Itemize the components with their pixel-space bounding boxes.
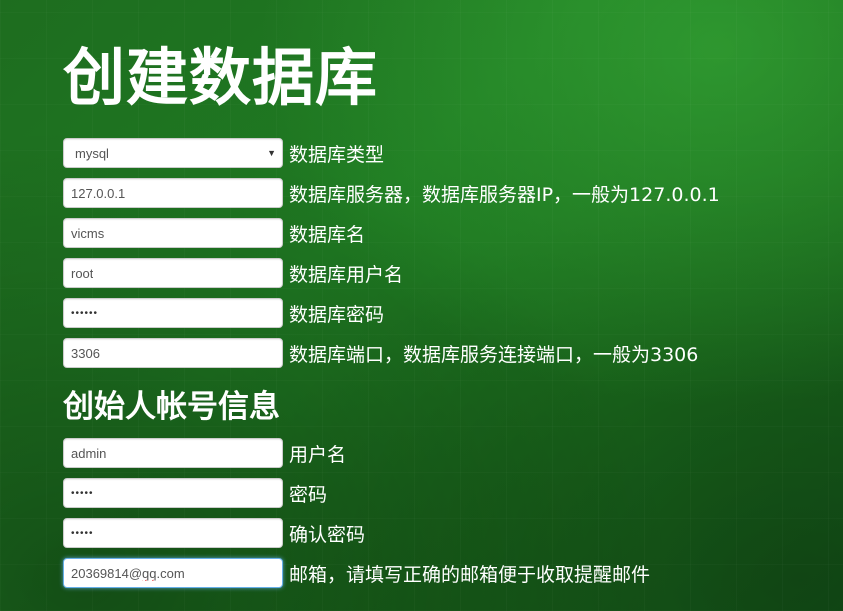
db-type-row: mysql ▼ 数据库类型 [63, 138, 384, 168]
db-name-value: vicms [71, 225, 105, 241]
db-type-label: 数据库类型 [289, 144, 385, 166]
db-user-value: root [71, 265, 94, 281]
db-port-input[interactable]: 3306 [63, 338, 283, 368]
db-name-label: 数据库名 [289, 224, 366, 246]
founder-confirm-password-value: ••••• [71, 527, 94, 539]
page-title: 创建数据库 [63, 41, 379, 114]
founder-username-input[interactable]: admin [63, 438, 283, 468]
db-type-value: mysql [75, 145, 109, 161]
db-user-row: root 数据库用户名 [63, 258, 403, 288]
founder-password-row: ••••• 密码 [63, 478, 327, 508]
founder-password-label: 密码 [289, 484, 328, 506]
founder-username-value: admin [71, 445, 107, 461]
founder-email-input[interactable]: 20369814@qq.com [63, 558, 283, 588]
db-password-input[interactable]: •••••• [63, 298, 283, 328]
db-server-input[interactable]: 127.0.0.1 [63, 178, 283, 208]
caret-down-icon: ▼ [267, 148, 276, 158]
founder-section-title: 创始人帐号信息 [63, 389, 280, 425]
email-user-part: 20369814@ [71, 565, 143, 581]
email-tld-part: .com [156, 565, 185, 581]
email-domain-part: qq [142, 565, 157, 581]
db-type-select[interactable]: mysql ▼ [63, 138, 283, 168]
db-password-label: 数据库密码 [289, 304, 385, 326]
founder-username-label: 用户名 [289, 444, 347, 466]
db-user-label: 数据库用户名 [289, 264, 404, 286]
db-server-row: 127.0.0.1 数据库服务器，数据库服务器IP，一般为127.0.0.1 [63, 178, 720, 208]
founder-username-row: admin 用户名 [63, 438, 346, 468]
db-user-input[interactable]: root [63, 258, 283, 288]
db-server-label: 数据库服务器，数据库服务器IP，一般为127.0.0.1 [289, 184, 720, 206]
db-server-value: 127.0.0.1 [71, 185, 126, 201]
founder-confirm-password-label: 确认密码 [289, 524, 366, 546]
founder-confirm-password-input[interactable]: ••••• [63, 518, 283, 548]
db-password-value: •••••• [71, 307, 99, 319]
db-password-row: •••••• 数据库密码 [63, 298, 384, 328]
founder-confirm-password-row: ••••• 确认密码 [63, 518, 365, 548]
db-name-row: vicms 数据库名 [63, 218, 365, 248]
db-name-input[interactable]: vicms [63, 218, 283, 248]
founder-email-row: 20369814@qq.com 邮箱，请填写正确的邮箱便于收取提醒邮件 [63, 558, 650, 588]
db-port-value: 3306 [71, 345, 100, 361]
db-port-row: 3306 数据库端口，数据库服务连接端口，一般为3306 [63, 338, 698, 368]
founder-password-value: ••••• [71, 487, 94, 499]
founder-password-input[interactable]: ••••• [63, 478, 283, 508]
founder-email-label: 邮箱，请填写正确的邮箱便于收取提醒邮件 [289, 564, 651, 586]
db-port-label: 数据库端口，数据库服务连接端口，一般为3306 [289, 344, 699, 366]
founder-email-value: 20369814@qq.com [71, 566, 185, 581]
